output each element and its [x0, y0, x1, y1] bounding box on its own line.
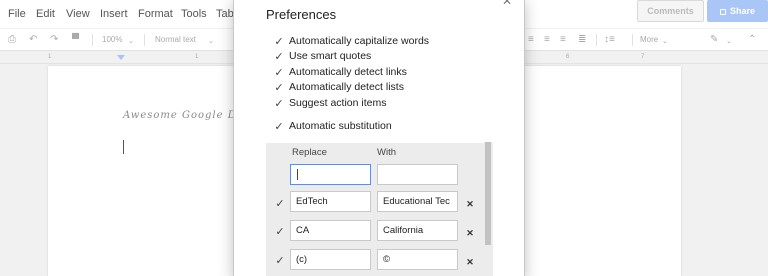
menu-file[interactable]: File [8, 8, 26, 20]
text-caret [123, 140, 124, 154]
chevron-down-icon: ⌄ [726, 38, 732, 45]
with-input[interactable]: California [377, 220, 458, 241]
ruler-number: 7 [641, 54, 645, 60]
row-checkbox-icon[interactable]: ✓ [274, 255, 286, 267]
comments-button[interactable]: Comments [637, 0, 704, 22]
menu-format[interactable]: Format [138, 8, 173, 20]
toolbar-divider [632, 34, 633, 46]
chevron-down-icon: ⌄ [662, 38, 668, 45]
option-label: Suggest action items [289, 97, 387, 109]
undo-icon[interactable]: ↶ [29, 35, 37, 45]
share-label: Share [729, 6, 755, 16]
new-with-input[interactable] [377, 164, 458, 185]
option-label: Automatic substitution [289, 120, 392, 132]
checkbox-checked-icon[interactable]: ✓ [273, 98, 285, 110]
checkbox-checked-icon[interactable]: ✓ [273, 121, 285, 133]
row-checkbox-icon[interactable]: ✓ [274, 198, 286, 210]
align-left-icon[interactable]: ≡ [528, 35, 534, 45]
option-automatic-substitution[interactable]: ✓ Automatic substitution [273, 120, 392, 134]
menu-tools[interactable]: Tools [181, 8, 207, 20]
chevron-down-icon: ⌄ [128, 38, 134, 45]
option-detect-links[interactable]: ✓ Automatically detect links [273, 66, 407, 80]
checkbox-checked-icon[interactable]: ✓ [273, 51, 285, 63]
option-label: Use smart quotes [289, 50, 372, 62]
document-title: Awesome Google D [123, 110, 237, 121]
print-icon[interactable]: ⎙ [8, 35, 16, 45]
with-input[interactable]: Educational Tec [377, 191, 458, 212]
zoom-select[interactable]: 100% [102, 35, 122, 44]
row-checkbox-icon[interactable]: ✓ [274, 226, 286, 238]
with-column-header: With [377, 147, 396, 158]
option-action-items[interactable]: ✓ Suggest action items [273, 97, 386, 111]
replace-input[interactable]: CA [290, 220, 371, 241]
option-smart-quotes[interactable]: ✓ Use smart quotes [273, 50, 371, 64]
more-button[interactable]: More [640, 35, 658, 44]
ruler-number: 1 [195, 54, 199, 60]
toolbar-divider [596, 34, 597, 46]
dialog-title: Preferences [266, 7, 337, 22]
option-label: Automatically capitalize words [289, 35, 430, 47]
preferences-dialog: Preferences ✕ ✓ Automatically capitalize … [233, 0, 525, 276]
collapse-icon[interactable]: ⌃ [748, 35, 756, 45]
option-detect-lists[interactable]: ✓ Automatically detect lists [273, 81, 404, 95]
checkbox-checked-icon[interactable]: ✓ [273, 82, 285, 94]
align-center-icon[interactable]: ≡ [544, 35, 550, 45]
paint-format-icon[interactable]: ▀ [72, 35, 79, 45]
menu-edit[interactable]: Edit [36, 8, 55, 20]
ruler-number: 1 [48, 54, 52, 60]
redo-icon[interactable]: ↷ [50, 35, 58, 45]
menu-insert[interactable]: Insert [100, 8, 128, 20]
option-capitalize-words[interactable]: ✓ Automatically capitalize words [273, 35, 429, 49]
menu-view[interactable]: View [66, 8, 90, 20]
menu-table[interactable]: Tab [216, 8, 234, 20]
toolbar-divider [92, 34, 93, 46]
option-label: Automatically detect links [289, 66, 407, 78]
scrollbar-thumb[interactable] [485, 142, 491, 245]
replace-column-header: Replace [292, 147, 327, 158]
delete-row-icon[interactable]: ✕ [466, 228, 474, 238]
replace-input[interactable]: (c) [290, 249, 371, 270]
new-replace-input[interactable] [290, 164, 371, 185]
ruler-number: 6 [566, 54, 570, 60]
checkbox-checked-icon[interactable]: ✓ [273, 36, 285, 48]
align-right-icon[interactable]: ≡ [560, 35, 566, 45]
option-label: Automatically detect lists [289, 81, 404, 93]
close-icon[interactable]: ✕ [502, 0, 512, 7]
share-button[interactable]: Share [707, 0, 768, 22]
checkbox-checked-icon[interactable]: ✓ [273, 67, 285, 79]
replace-input[interactable]: EdTech [290, 191, 371, 212]
chevron-down-icon: ⌄ [208, 38, 214, 45]
align-justify-icon[interactable]: ≣ [578, 35, 586, 45]
indent-marker[interactable] [117, 55, 125, 60]
toolbar-divider [144, 34, 145, 46]
line-spacing-icon[interactable]: ↕≡ [604, 35, 615, 45]
lock-icon [719, 9, 726, 15]
style-select[interactable]: Normal text [155, 35, 196, 44]
delete-row-icon[interactable]: ✕ [466, 199, 474, 209]
pencil-icon[interactable]: ✎ [710, 35, 718, 45]
delete-row-icon[interactable]: ✕ [466, 257, 474, 267]
with-input[interactable]: © [377, 249, 458, 270]
